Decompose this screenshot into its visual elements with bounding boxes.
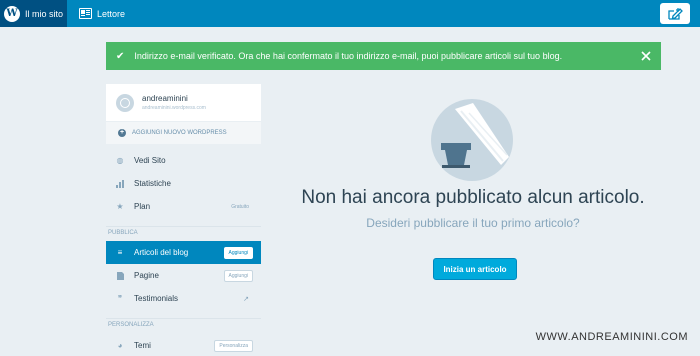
plus-circle-icon: +: [118, 129, 126, 137]
page-icon: [116, 271, 124, 280]
sidebar-item-plan[interactable]: ★ Plan Gratuito: [106, 195, 261, 218]
quote-icon: ❞: [117, 294, 123, 303]
sidebar-item-view-site[interactable]: ◍ Vedi Sito: [106, 149, 261, 172]
sidebar-item-stats[interactable]: Statistiche: [106, 172, 261, 195]
sidebar-item-themes[interactable]: ◕ Temi Personalizza: [106, 334, 261, 356]
empty-state-subtitle[interactable]: Desideri pubblicare il tuo primo articol…: [263, 216, 683, 230]
close-icon[interactable]: [639, 49, 653, 63]
sidebar-menu-publish: ≡ Articoli del blog Aggiungi Pagine Aggi…: [106, 241, 261, 310]
sidebar-item-blog-posts[interactable]: ≡ Articoli del blog Aggiungi: [106, 241, 261, 264]
themes-icon: ◕: [117, 341, 123, 350]
my-site-label: Il mio sito: [25, 8, 64, 19]
sidebar-item-label: Pagine: [134, 271, 159, 280]
wordpress-logo-icon: W: [4, 5, 20, 22]
email-verified-notice: ✔ Indirizzo e-mail verificato. Ora che h…: [106, 42, 661, 70]
globe-icon: ◍: [116, 156, 124, 165]
sidebar-item-testimonials[interactable]: ❞ Testimonials ↗: [106, 287, 261, 310]
my-site-button[interactable]: W Il mio sito: [0, 0, 67, 27]
site-url: andreaminini.wordpress.com: [142, 105, 206, 111]
add-post-button[interactable]: Aggiungi: [223, 246, 253, 259]
section-personalize-label: PERSONALIZZA: [106, 318, 261, 330]
posts-icon: ≡: [117, 248, 123, 257]
sidebar-item-pages[interactable]: Pagine Aggiungi: [106, 264, 261, 287]
sidebar-item-label: Temi: [134, 341, 151, 350]
notice-text: Indirizzo e-mail verificato. Ora che hai…: [134, 51, 563, 61]
stats-icon: [116, 179, 124, 188]
sidebar-menu-site: ◍ Vedi Sito Statistiche ★ Plan Gratuito: [106, 149, 261, 218]
sidebar-item-label: Testimonials: [134, 294, 179, 303]
add-new-wordpress-button[interactable]: + AGGIUNGI NUOVO WORDPRESS: [106, 122, 261, 144]
external-link-icon[interactable]: ↗: [239, 293, 253, 305]
watermark: WWW.ANDREAMININI.COM: [535, 331, 688, 343]
reader-label: Lettore: [97, 8, 126, 19]
sidebar-item-label: Statistiche: [134, 179, 171, 188]
section-publish-label: PUBBLICA: [106, 226, 261, 238]
sidebar-menu-personalize: ◕ Temi Personalizza: [106, 334, 261, 356]
start-post-button[interactable]: Inizia un articolo: [433, 258, 517, 280]
reader-icon: [79, 8, 92, 19]
sidebar-item-label: Plan: [134, 202, 151, 211]
star-icon: ★: [116, 202, 124, 211]
empty-state-title: Non hai ancora pubblicato alcun articolo…: [301, 187, 645, 208]
add-page-button[interactable]: Aggiungi: [223, 269, 253, 282]
site-name: andreaminini: [142, 94, 188, 103]
current-site-card: andreaminini andreaminini.wordpress.com …: [106, 84, 261, 144]
empty-posts-illustration: [431, 99, 513, 181]
quill-inkwell-icon: [441, 103, 509, 168]
checkmark-icon: ✔: [116, 50, 125, 62]
write-post-button[interactable]: [660, 3, 690, 24]
customize-button[interactable]: Personalizza: [214, 339, 253, 352]
plan-badge: Gratuito: [231, 203, 249, 210]
site-selector[interactable]: andreaminini andreaminini.wordpress.com: [106, 84, 261, 122]
sidebar-item-label: Articoli del blog: [134, 248, 189, 257]
sidebar-item-label: Vedi Sito: [134, 156, 166, 165]
write-pencil-icon: [668, 7, 683, 20]
reader-button[interactable]: Lettore: [79, 0, 125, 27]
add-wordpress-label: AGGIUNGI NUOVO WORDPRESS: [132, 130, 227, 136]
globe-icon: [116, 93, 134, 112]
masterbar: W Il mio sito Lettore: [0, 0, 700, 27]
